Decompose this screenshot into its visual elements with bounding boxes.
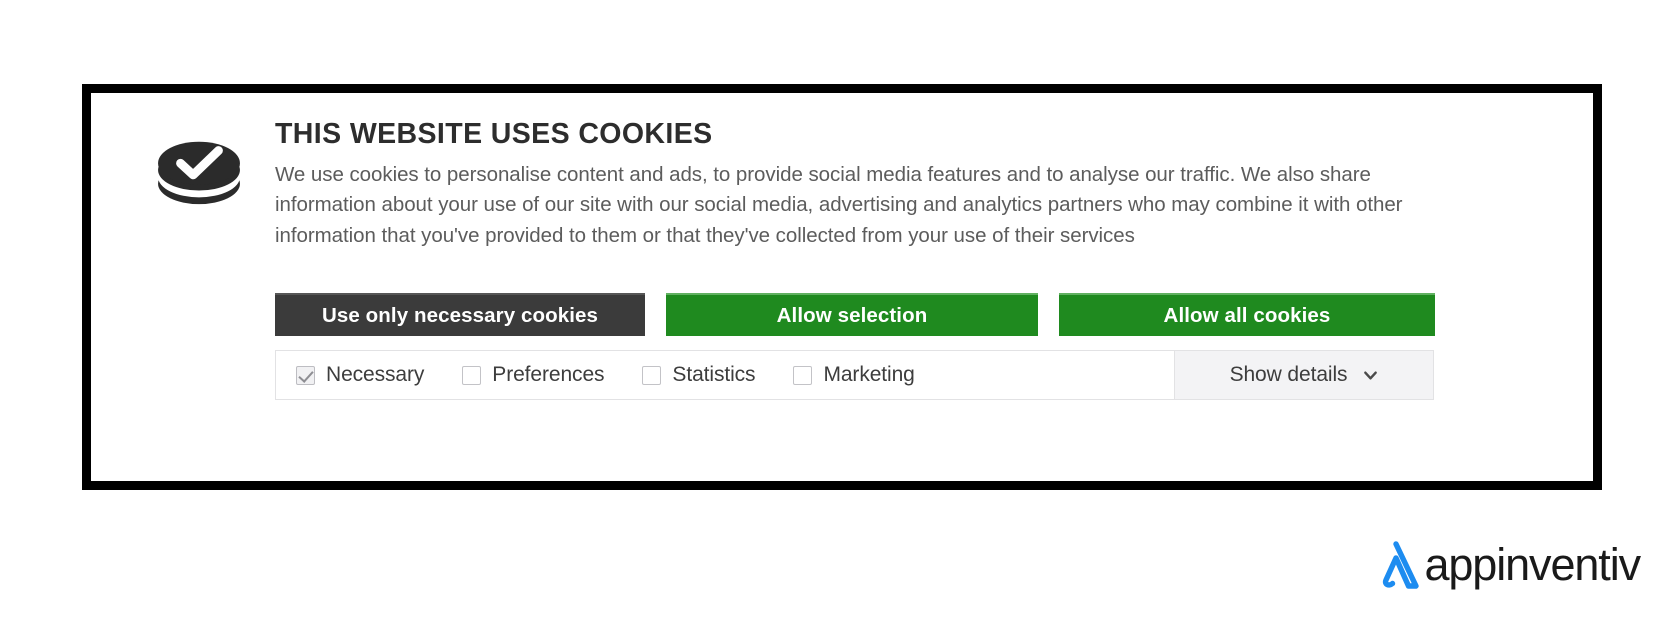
cookie-category-necessary[interactable]: Necessary	[296, 363, 424, 387]
cookie-category-label: Marketing	[823, 363, 915, 387]
page-title: THIS WEBSITE USES COOKIES	[275, 118, 713, 150]
appinventiv-watermark: appinventiv	[1370, 538, 1641, 590]
cookie-category-label: Statistics	[672, 363, 756, 387]
cookie-category-list: Necessary Preferences Statistics Marketi…	[276, 351, 1175, 400]
cookie-check-icon	[158, 141, 240, 205]
appinventiv-logo-mark	[1383, 541, 1420, 589]
cookie-category-bar: Necessary Preferences Statistics Marketi…	[275, 350, 1434, 401]
banner-icon-column	[123, 119, 275, 400]
cookie-category-marketing[interactable]: Marketing	[793, 363, 915, 387]
banner-description: We use cookies to personalise content an…	[275, 162, 1403, 247]
chevron-down-icon	[1364, 371, 1378, 380]
use-only-necessary-cookies-button[interactable]: Use only necessary cookies	[275, 293, 645, 337]
banner-content: THIS WEBSITE USES COOKIES We use cookies…	[91, 93, 1593, 401]
cookie-consent-banner: THIS WEBSITE USES COOKIES We use cookies…	[91, 93, 1593, 481]
appinventiv-logo-text: appinventiv	[1424, 538, 1641, 590]
screenshot-frame: THIS WEBSITE USES COOKIES We use cookies…	[82, 84, 1602, 490]
banner-text-column: THIS WEBSITE USES COOKIES We use cookies…	[275, 118, 1563, 401]
checkbox-preferences[interactable]	[462, 365, 482, 385]
cookie-category-label: Necessary	[326, 363, 425, 387]
checkbox-statistics[interactable]	[642, 365, 662, 385]
checkbox-necessary[interactable]	[296, 365, 315, 385]
cookie-category-label: Preferences	[492, 363, 605, 387]
checkbox-marketing[interactable]	[793, 365, 813, 385]
cookie-category-preferences[interactable]: Preferences	[462, 363, 605, 387]
allow-selection-button[interactable]: Allow selection	[666, 293, 1038, 337]
consent-button-row: Use only necessary cookies Allow selecti…	[275, 293, 1559, 337]
page-root: THIS WEBSITE USES COOKIES We use cookies…	[0, 0, 1668, 638]
cookie-category-statistics[interactable]: Statistics	[642, 363, 756, 387]
show-details-label: Show details	[1229, 363, 1348, 387]
show-details-button[interactable]: Show details	[1175, 351, 1433, 400]
allow-all-cookies-button[interactable]: Allow all cookies	[1059, 293, 1435, 337]
